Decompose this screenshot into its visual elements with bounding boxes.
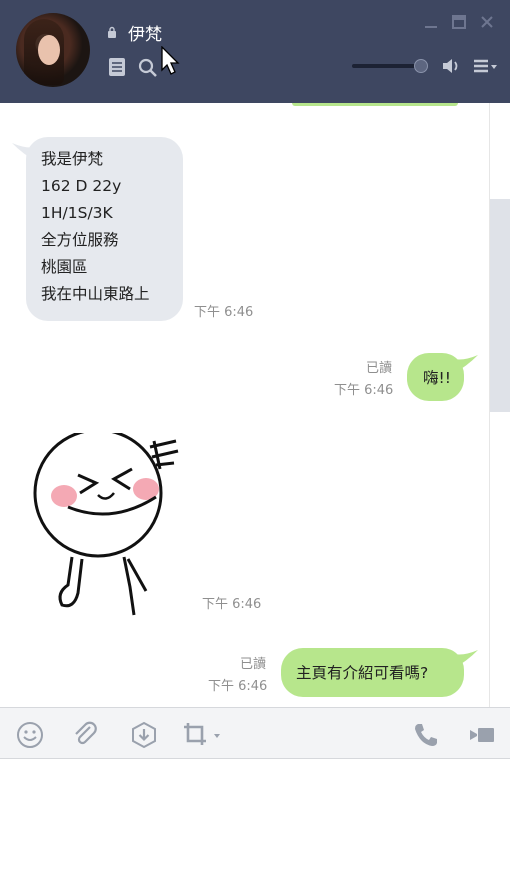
chat-window: 伊梵 我是伊梵 162 D 22y 1H/1S/3K 全方位服務 桃園區 我在中… xyxy=(0,0,510,882)
message-timestamp: 下午 6:46 xyxy=(334,383,394,398)
incoming-message-bubble[interactable]: 我是伊梵 162 D 22y 1H/1S/3K 全方位服務 桃園區 我在中山東路… xyxy=(26,137,183,321)
message-line: 全方位服務 xyxy=(41,231,119,249)
attach-icon[interactable] xyxy=(72,721,100,749)
mouse-cursor-icon xyxy=(161,46,180,75)
search-icon[interactable] xyxy=(138,58,158,78)
message-line: 162 D 22y xyxy=(41,177,122,195)
message-input[interactable] xyxy=(0,759,510,882)
input-toolbar xyxy=(0,707,510,759)
video-icon[interactable] xyxy=(468,721,496,749)
scrollbar-thumb[interactable] xyxy=(490,199,510,412)
volume-knob[interactable] xyxy=(414,59,428,73)
keep-icon[interactable] xyxy=(130,721,158,749)
read-receipt: 已讀 xyxy=(366,361,393,376)
notes-icon[interactable] xyxy=(108,57,126,77)
message-timestamp: 下午 6:46 xyxy=(202,597,262,612)
bubble-tail xyxy=(454,355,478,373)
menu-icon[interactable] xyxy=(472,58,500,74)
speaker-icon[interactable] xyxy=(441,56,461,76)
message-list[interactable]: 我是伊梵 162 D 22y 1H/1S/3K 全方位服務 桃園區 我在中山東路… xyxy=(0,103,489,707)
outgoing-bubble-partial xyxy=(292,103,458,106)
minimize-icon[interactable] xyxy=(423,14,439,30)
message-line: 我在中山東路上 xyxy=(41,285,150,303)
phone-icon[interactable] xyxy=(412,721,440,749)
message-line: 1H/1S/3K xyxy=(41,204,113,222)
chat-title: 伊梵 xyxy=(128,25,162,45)
avatar[interactable] xyxy=(16,13,90,87)
message-line: 我是伊梵 xyxy=(41,150,104,168)
chat-header: 伊梵 xyxy=(0,0,510,103)
read-receipt: 已讀 xyxy=(240,657,267,672)
crop-icon[interactable] xyxy=(182,721,226,749)
lock-icon xyxy=(108,26,116,38)
message-timestamp: 下午 6:46 xyxy=(208,679,268,694)
emoji-icon[interactable] xyxy=(16,721,44,749)
maximize-icon[interactable] xyxy=(451,14,467,30)
outgoing-message-bubble[interactable]: 主頁有介紹可看嗎? xyxy=(281,648,464,697)
volume-slider[interactable] xyxy=(352,59,430,73)
message-line: 桃園區 xyxy=(41,258,88,276)
close-icon[interactable] xyxy=(479,14,495,30)
bubble-tail xyxy=(454,650,478,668)
laughing-face-sticker[interactable] xyxy=(28,433,188,618)
message-timestamp: 下午 6:46 xyxy=(194,305,254,320)
